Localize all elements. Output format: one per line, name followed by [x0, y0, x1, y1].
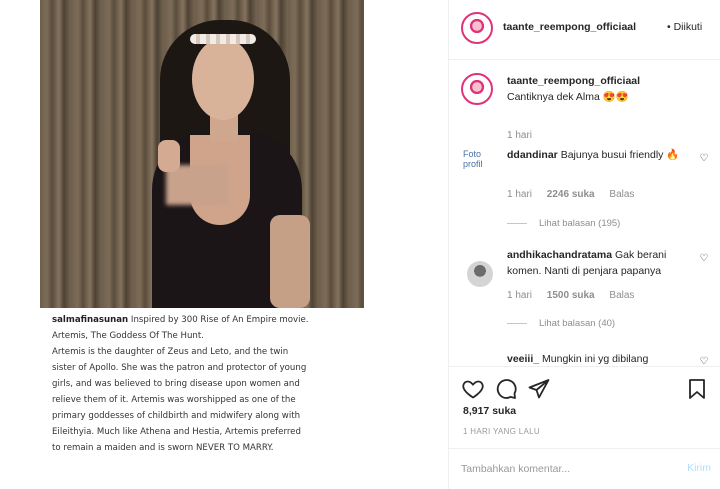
avatar[interactable] [467, 261, 493, 287]
share-icon[interactable] [527, 377, 551, 401]
comment-username[interactable]: andhikachandratama [507, 249, 612, 261]
bookmark-icon[interactable] [685, 377, 709, 401]
comment-text: Mungkin ini yg dibilang [542, 353, 649, 365]
view-replies-link[interactable]: Lihat balasan (40) [507, 318, 615, 329]
caption-first-line: Inspired by 300 Rise of An Empire movie. [130, 315, 309, 325]
avatar[interactable] [461, 73, 493, 105]
post-media: salmafinasunan Inspired by 300 Rise of A… [0, 0, 448, 489]
comment-username[interactable]: veeiii_ [507, 353, 539, 365]
post-time[interactable]: 1 HARI YANG LALU [463, 427, 540, 436]
comment-icon[interactable] [494, 377, 518, 401]
comment-likes[interactable]: 1500 suka [547, 290, 595, 301]
comments-list[interactable]: taante_reempong_officiaal Cantiknya dek … [449, 60, 720, 366]
post-actions: 8,917 suka 1 HARI YANG LALU [449, 366, 720, 454]
comment-text: Bajunya busui friendly 🔥 [560, 149, 680, 161]
likes-count[interactable]: 8,917 suka [463, 405, 516, 417]
caption-body: Artemis is the daughter of Zeus and Leto… [52, 347, 307, 453]
view-replies-link[interactable]: Lihat balasan (195) [507, 218, 620, 229]
caption-username: salmafinasunan [52, 315, 129, 325]
comment-username[interactable]: ddandinar [507, 149, 558, 161]
comment-text: Cantiknya dek Alma 😍😍 [507, 91, 629, 103]
follow-status[interactable]: • Diikuti [667, 21, 702, 33]
header-username[interactable]: taante_reempong_officiaal [503, 21, 636, 33]
comment-likes[interactable]: 2246 suka [547, 189, 595, 200]
heart-icon[interactable]: ♡ [699, 154, 709, 164]
reply-button[interactable]: Balas [609, 189, 634, 200]
post-sidebar: taante_reempong_officiaal • Diikuti taan… [448, 0, 720, 489]
avatar[interactable] [461, 12, 493, 44]
comment-input[interactable] [461, 457, 671, 481]
heart-icon[interactable]: ♡ [699, 254, 709, 264]
comment-time[interactable]: 1 hari [507, 130, 532, 141]
image-caption: salmafinasunan Inspired by 300 Rise of A… [52, 312, 312, 456]
add-comment-bar: Kirim [449, 448, 720, 489]
comment-time[interactable]: 1 hari [507, 189, 532, 200]
flower-crown [190, 34, 256, 44]
post-comment-button[interactable]: Kirim [687, 462, 711, 474]
comment-time[interactable]: 1 hari [507, 290, 532, 301]
heart-icon[interactable]: ♡ [699, 357, 709, 367]
caption-heading: Artemis, The Goddess Of The Hunt. [52, 331, 204, 341]
post-modal: salmafinasunan Inspired by 300 Rise of A… [0, 0, 720, 489]
reply-button[interactable]: Balas [609, 290, 634, 301]
post-photo[interactable] [40, 0, 364, 308]
heart-icon[interactable] [461, 377, 485, 401]
comment-username[interactable]: taante_reempong_officiaal [507, 75, 640, 87]
post-header: taante_reempong_officiaal • Diikuti [449, 0, 720, 60]
profile-photo-placeholder[interactable]: Foto profil [463, 149, 491, 171]
